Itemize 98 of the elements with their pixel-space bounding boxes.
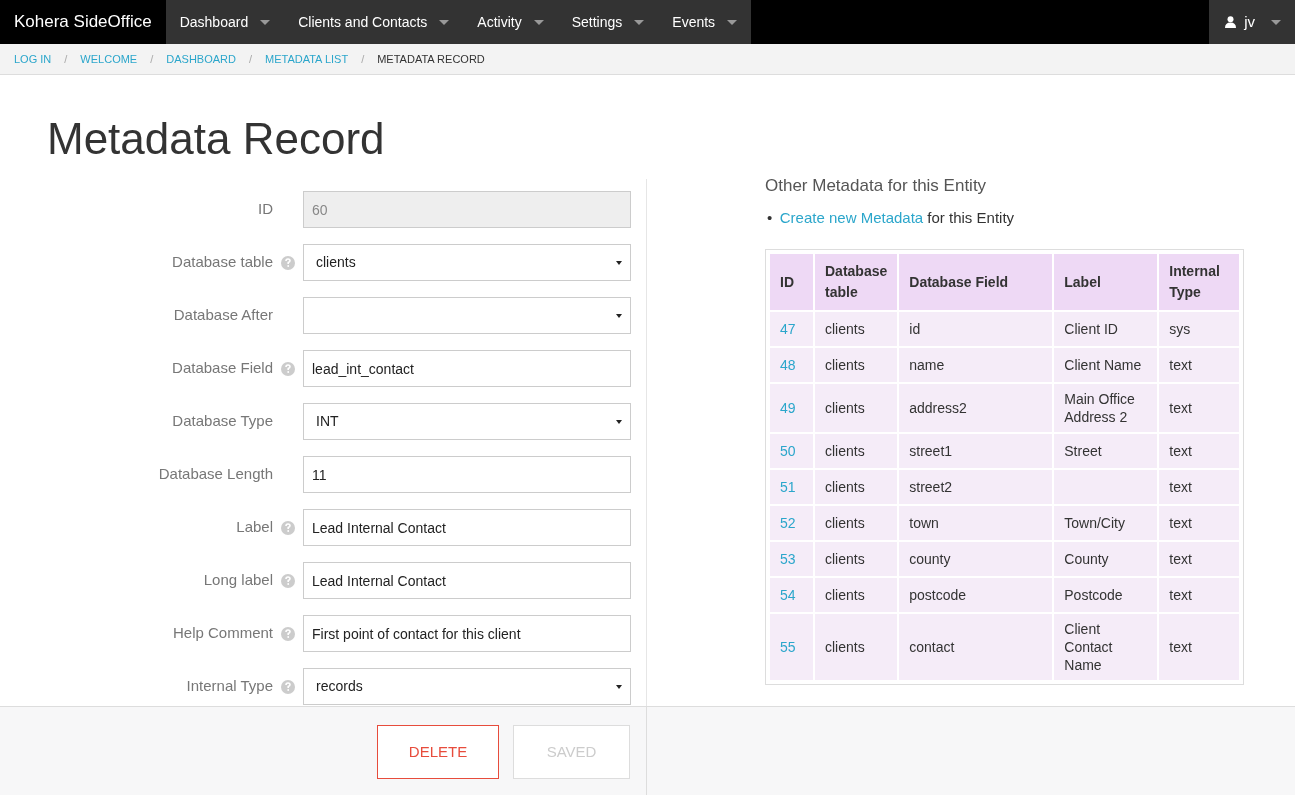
table-cell: address2 <box>909 400 967 416</box>
table-cell: County <box>1064 551 1109 567</box>
column-header: Label <box>1054 254 1158 310</box>
input-field[interactable]: 60 <box>303 191 631 228</box>
field-label: Database Type <box>171 411 273 432</box>
column-header: ID <box>770 254 813 310</box>
breadcrumb-separator: / <box>248 51 252 67</box>
select-field[interactable]: records <box>303 668 631 705</box>
table-cell: text <box>1169 400 1192 416</box>
table-cell: Main Office Address 2 <box>1064 391 1135 425</box>
table-cell: town <box>909 515 939 531</box>
field-label: Label <box>235 517 273 538</box>
id-link[interactable]: 50 <box>780 443 796 459</box>
section-heading: Other Metadata for this Entity <box>765 175 988 197</box>
user-menu[interactable]: jv <box>1209 0 1295 44</box>
table-cell: clients <box>825 551 865 567</box>
field-label: Internal Type <box>185 676 273 697</box>
id-link[interactable]: 54 <box>780 587 796 603</box>
table-cell: Postcode <box>1064 587 1123 603</box>
table-cell: text <box>1169 443 1192 459</box>
field-label: Database Length <box>157 464 273 485</box>
table-cell: text <box>1169 587 1192 603</box>
breadcrumb-separator: / <box>361 51 365 67</box>
table-cell: text <box>1169 639 1192 655</box>
field-label: ID <box>257 199 273 220</box>
table-cell: street1 <box>909 443 953 459</box>
input-field[interactable]: 11 <box>303 456 631 493</box>
id-link[interactable]: 51 <box>780 479 796 495</box>
breadcrumb-current: METADATA RECORD <box>377 51 485 67</box>
id-link[interactable]: 55 <box>780 639 796 655</box>
column-header: Database Field <box>899 254 1053 310</box>
help-icon[interactable] <box>281 361 295 376</box>
brand-title[interactable]: Kohera SideOffice <box>0 0 166 44</box>
table-cell: clients <box>825 479 865 495</box>
breadcrumb-link[interactable]: METADATA LIST <box>265 50 349 68</box>
id-link[interactable]: 53 <box>780 551 796 567</box>
id-link[interactable]: 49 <box>780 400 796 416</box>
help-icon[interactable] <box>281 573 295 588</box>
table-cell: text <box>1169 479 1192 495</box>
field-label: Help Comment <box>171 623 273 644</box>
id-link[interactable]: 47 <box>780 321 796 337</box>
breadcrumb-link[interactable]: DASHBOARD <box>166 50 236 68</box>
field-label: Database table <box>171 252 273 273</box>
table-cell: street2 <box>909 479 953 495</box>
input-field[interactable]: lead_int_contact <box>303 350 631 387</box>
table-cell: contact <box>909 639 955 655</box>
table-cell: clients <box>825 443 865 459</box>
table-cell: postcode <box>909 587 967 603</box>
table-cell: clients <box>825 321 865 337</box>
table-cell: Street <box>1064 443 1102 459</box>
bullet: • <box>767 207 773 228</box>
table-cell: id <box>909 321 921 337</box>
nav-menu[interactable]: Dashboard <box>165 0 285 44</box>
table-cell: Client Name <box>1064 357 1142 373</box>
input-field[interactable]: Lead Internal Contact <box>303 509 631 546</box>
table-cell: Client ID <box>1064 321 1118 337</box>
column-header: Database table <box>815 254 898 310</box>
table-cell: text <box>1169 551 1192 567</box>
page-title: Metadata Record <box>47 113 386 165</box>
table-cell: clients <box>825 587 865 603</box>
input-field[interactable]: Lead Internal Contact <box>303 562 631 599</box>
select-field[interactable]: INT <box>303 403 631 440</box>
create-link[interactable]: Create new Metadata <box>779 208 924 226</box>
nav-menu[interactable]: Events <box>658 0 752 44</box>
input-field[interactable]: First point of contact for this client <box>303 615 631 652</box>
table-cell: text <box>1169 515 1192 531</box>
user-icon <box>1225 16 1237 28</box>
help-icon[interactable] <box>281 679 295 694</box>
breadcrumb-separator: / <box>64 51 68 67</box>
nav-menu[interactable]: Settings <box>557 0 659 44</box>
select-field[interactable]: clients <box>303 244 631 281</box>
help-icon[interactable] <box>281 520 295 535</box>
id-link[interactable]: 48 <box>780 357 796 373</box>
table-cell: Town/City <box>1064 515 1125 531</box>
table-cell: clients <box>825 639 865 655</box>
table-cell: clients <box>825 400 865 416</box>
table-cell: text <box>1169 357 1192 373</box>
nav-menu[interactable]: Activity <box>463 0 558 44</box>
help-icon[interactable] <box>281 626 295 641</box>
table-cell: Client Contact Name <box>1064 621 1113 673</box>
table-cell: clients <box>825 515 865 531</box>
select-field[interactable] <box>303 297 631 334</box>
column-header: Internal Type <box>1159 254 1240 310</box>
nav-menu[interactable]: Clients and Contacts <box>284 0 464 44</box>
breadcrumb-link[interactable]: LOG IN <box>14 50 52 68</box>
table-cell: county <box>909 551 951 567</box>
table-cell: clients <box>825 357 865 373</box>
table-cell: sys <box>1169 321 1191 337</box>
help-icon[interactable] <box>281 255 295 270</box>
id-link[interactable]: 52 <box>780 515 796 531</box>
table-cell: name <box>909 357 945 373</box>
field-label: Long label <box>202 570 273 591</box>
field-label: Database After <box>172 305 273 326</box>
breadcrumb-link[interactable]: WELCOME <box>80 50 138 68</box>
create-sentence: Create new Metadata for this Entity <box>779 207 1015 228</box>
field-label: Database Field <box>171 358 273 379</box>
delete-button[interactable]: DELETE <box>377 725 499 779</box>
breadcrumb-separator: / <box>150 51 154 67</box>
